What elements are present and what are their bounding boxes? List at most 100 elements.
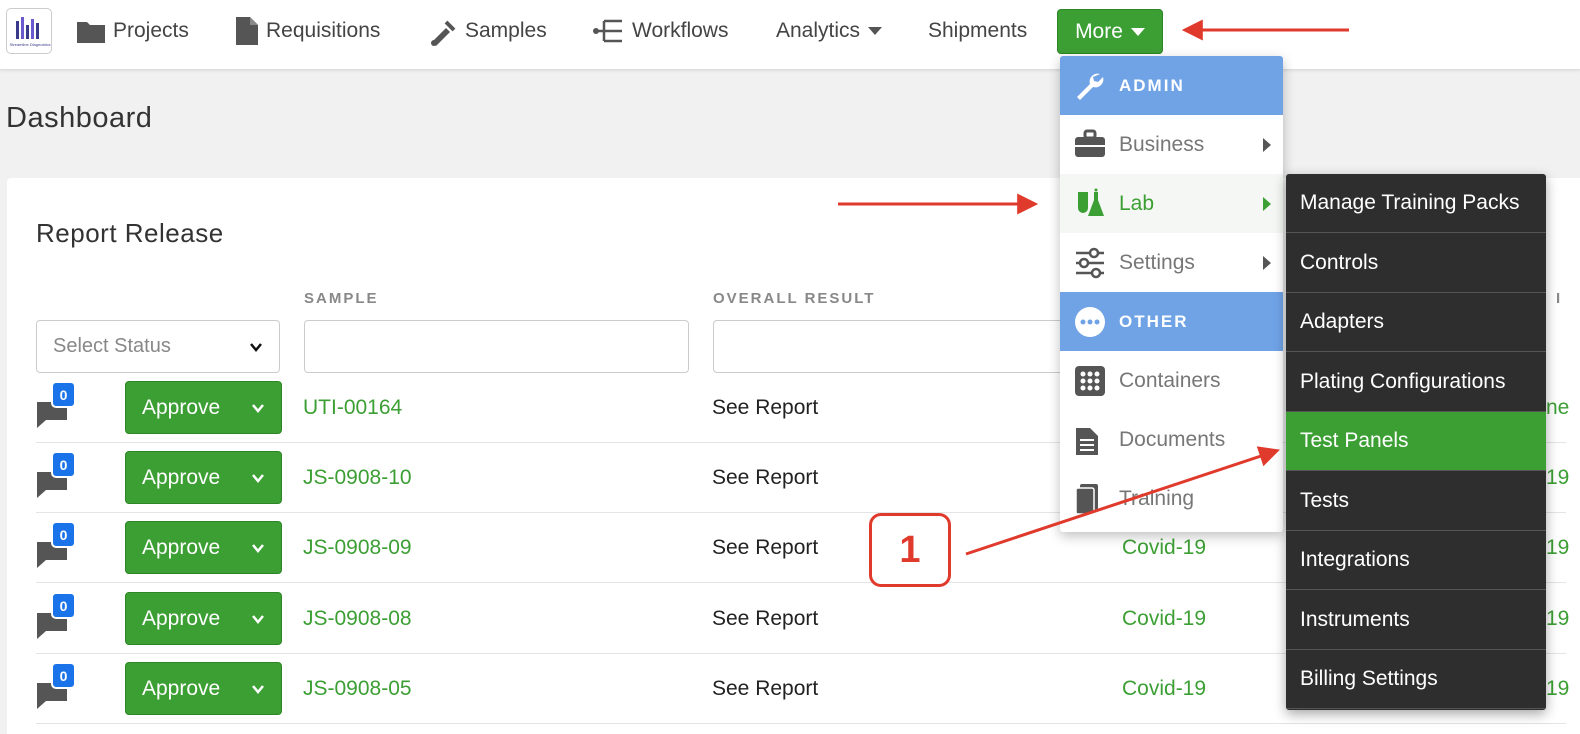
logo-mark-icon — [16, 17, 39, 39]
submenu-item[interactable]: Adapters — [1286, 293, 1546, 352]
chevron-down-icon — [252, 404, 264, 413]
partial-column-link[interactable]: 19 — [1546, 466, 1569, 490]
menu-header-other-label: OTHER — [1119, 311, 1189, 331]
menu-header-admin-label: ADMIN — [1119, 75, 1185, 95]
nav-analytics-label: Analytics — [776, 19, 861, 42]
see-report-link[interactable]: See Report — [712, 607, 818, 631]
menu-item-training[interactable]: Training — [1060, 469, 1283, 528]
comment-button[interactable]: 0 — [36, 381, 76, 434]
column-header-partial: I — [1556, 290, 1563, 307]
submenu-arrow-icon — [1263, 256, 1271, 270]
approve-button-label: Approve — [142, 465, 221, 489]
nav-projects-label: Projects — [113, 19, 189, 42]
partial-column-link[interactable]: 19 — [1546, 677, 1569, 701]
see-report-link[interactable]: See Report — [712, 677, 818, 701]
nav-shipments[interactable]: Shipments — [928, 14, 1027, 48]
submenu-item[interactable]: Billing Settings — [1286, 650, 1546, 709]
submenu-item[interactable]: Instruments — [1286, 591, 1546, 650]
menu-header-admin: ADMIN — [1060, 56, 1283, 115]
submenu-item[interactable]: Tests — [1286, 472, 1546, 531]
column-header-overall-result: OVERALL RESULT — [713, 290, 876, 307]
menu-item-documents-label: Documents — [1119, 427, 1226, 451]
nav-requisitions[interactable]: Requisitions — [235, 14, 380, 48]
comment-button[interactable]: 0 — [36, 521, 76, 574]
see-report-link[interactable]: See Report — [712, 466, 818, 490]
sample-link[interactable]: UTI-00164 — [303, 396, 402, 420]
sliders-icon — [1076, 247, 1104, 279]
comment-button[interactable]: 0 — [36, 662, 76, 715]
sample-link[interactable]: JS-0908-08 — [303, 607, 412, 631]
submenu-arrow-icon — [1263, 138, 1271, 152]
briefcase-icon — [1075, 129, 1105, 157]
partial-column-link[interactable]: 19 — [1546, 536, 1569, 560]
result-filter-input[interactable] — [713, 320, 1098, 373]
logo[interactable]: Streamline Diagnostics — [6, 8, 52, 54]
submenu-item[interactable]: Controls — [1286, 234, 1546, 293]
menu-item-settings-label: Settings — [1119, 250, 1195, 274]
nav-analytics[interactable]: Analytics — [776, 14, 883, 48]
more-menu-label: More — [1075, 19, 1123, 43]
pipette-icon — [431, 20, 456, 46]
sample-link[interactable]: JS-0908-05 — [303, 677, 412, 701]
workflow-icon — [593, 19, 622, 43]
documents-icon — [1076, 428, 1098, 455]
logo-text: Streamline Diagnostics — [9, 42, 51, 47]
partial-column-link[interactable]: 19 — [1546, 607, 1569, 631]
document-icon — [236, 17, 258, 45]
approve-button[interactable]: Approve — [125, 592, 282, 645]
more-dots-icon — [1075, 307, 1105, 337]
more-dropdown-menu: ADMIN Business Lab Settings OTHER Contai… — [1060, 56, 1283, 532]
comment-button[interactable]: 0 — [36, 592, 76, 645]
chevron-down-icon — [252, 685, 264, 694]
submenu-item[interactable]: Integrations — [1286, 531, 1546, 590]
comment-count-badge: 0 — [51, 521, 76, 548]
approve-button[interactable]: Approve — [125, 521, 282, 574]
menu-item-business[interactable]: Business — [1060, 115, 1283, 174]
approve-button-label: Approve — [142, 606, 221, 630]
approve-button[interactable]: Approve — [125, 451, 282, 504]
caret-down-icon — [868, 27, 883, 35]
step-number-badge: 1 — [869, 513, 951, 587]
page-title: Dashboard — [6, 102, 153, 134]
menu-item-documents[interactable]: Documents — [1060, 410, 1283, 469]
comment-button[interactable]: 0 — [36, 451, 76, 504]
comment-count-badge: 0 — [51, 662, 76, 689]
chevron-down-icon — [252, 544, 264, 553]
nav-shipments-label: Shipments — [928, 19, 1028, 42]
approve-button-label: Approve — [142, 395, 221, 419]
approve-button[interactable]: Approve — [125, 381, 282, 434]
nav-projects[interactable]: Projects — [76, 14, 189, 48]
menu-item-business-label: Business — [1119, 132, 1205, 156]
panel-link[interactable]: Covid-19 — [1122, 536, 1206, 560]
sample-filter-input[interactable] — [304, 320, 689, 373]
more-menu-button[interactable]: More — [1057, 9, 1163, 54]
menu-item-lab[interactable]: Lab — [1060, 174, 1283, 233]
approve-button[interactable]: Approve — [125, 662, 282, 715]
panel-link[interactable]: Covid-19 — [1122, 677, 1206, 701]
submenu-item[interactable]: Plating Configurations — [1286, 353, 1546, 412]
panel-link[interactable]: Covid-19 — [1122, 607, 1206, 631]
comment-count-badge: 0 — [51, 592, 76, 619]
chevron-down-icon — [250, 343, 262, 352]
submenu-item[interactable]: Manage Training Packs — [1286, 174, 1546, 233]
submenu-item[interactable]: Test Panels — [1286, 412, 1546, 471]
nav-samples[interactable]: Samples — [428, 14, 547, 48]
row-divider — [36, 723, 1566, 724]
partial-column-link[interactable]: ne — [1546, 396, 1569, 420]
chevron-down-icon — [252, 474, 264, 483]
flask-icon — [1078, 188, 1104, 216]
approve-button-label: Approve — [142, 535, 221, 559]
book-icon — [1075, 484, 1098, 515]
approve-button-label: Approve — [142, 676, 221, 700]
see-report-link[interactable]: See Report — [712, 396, 818, 420]
menu-item-containers-label: Containers — [1119, 368, 1221, 392]
status-select[interactable]: Select Status — [36, 320, 280, 373]
menu-item-settings[interactable]: Settings — [1060, 233, 1283, 292]
see-report-link[interactable]: See Report — [712, 536, 818, 560]
sample-link[interactable]: JS-0908-09 — [303, 536, 412, 560]
nav-workflows[interactable]: Workflows — [592, 14, 728, 48]
sample-link[interactable]: JS-0908-10 — [303, 466, 412, 490]
column-header-sample: SAMPLE — [304, 290, 379, 307]
wrench-icon — [1077, 73, 1104, 100]
menu-item-containers[interactable]: Containers — [1060, 351, 1283, 410]
